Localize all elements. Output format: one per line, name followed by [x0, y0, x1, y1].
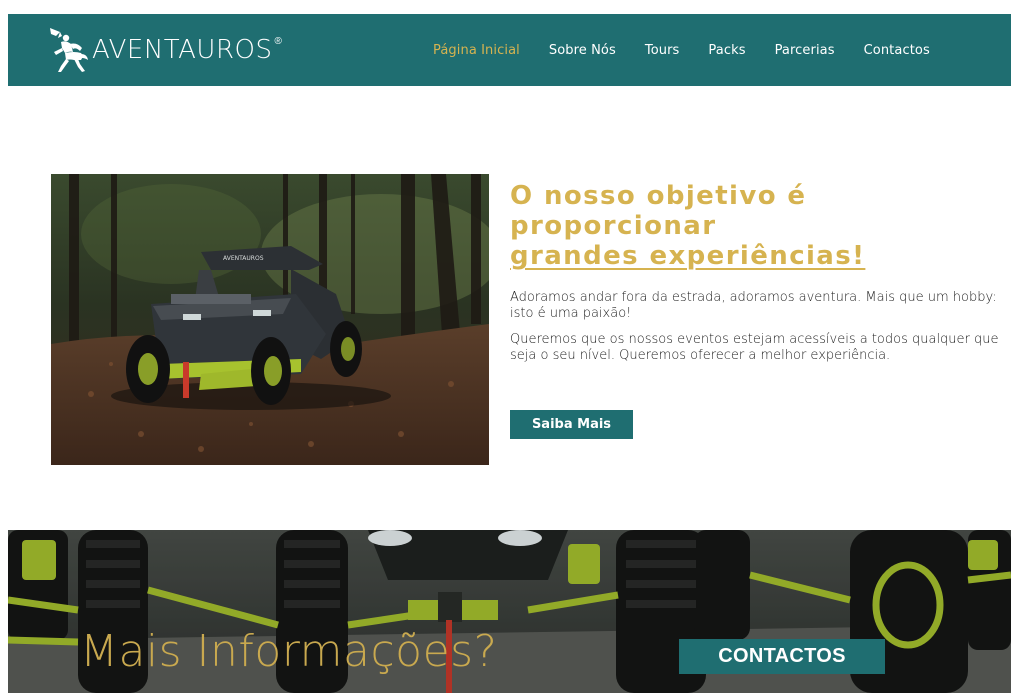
nav-item-contactos[interactable]: Contactos — [864, 43, 930, 58]
contact-banner: Mais Informações? CONTACTOS — [8, 530, 1011, 693]
nav-item-sobre-nos[interactable]: Sobre Nós — [549, 43, 616, 58]
svg-text:AVENTAUROS: AVENTAUROS — [223, 255, 264, 262]
hero-headline-line2: grandes experiências! — [510, 241, 866, 271]
saiba-mais-button[interactable]: Saiba Mais — [510, 410, 633, 439]
registered-mark: ® — [274, 35, 282, 47]
hero-headline: O nosso objetivo é proporcionar grandes … — [510, 181, 1000, 271]
hero-paragraph-1: Adoramos andar fora da estrada, adoramos… — [510, 290, 997, 321]
nav-item-pagina-inicial[interactable]: Página Inicial — [433, 43, 520, 58]
site-header: AVENTAUROS ® Página Inicial Sobre Nós To… — [8, 14, 1011, 86]
nav-item-parcerias[interactable]: Parcerias — [775, 43, 835, 58]
brand-logo[interactable]: AVENTAUROS ® — [44, 24, 282, 76]
centaur-logo-icon — [50, 28, 88, 72]
hero-paragraph-2: Queremos que os nossos eventos estejam a… — [510, 332, 999, 363]
contactos-button[interactable]: CONTACTOS — [679, 639, 885, 674]
nav-item-packs[interactable]: Packs — [708, 43, 745, 58]
hero-headline-line1: O nosso objetivo é proporcionar — [510, 181, 807, 241]
brand-name: AVENTAUROS — [92, 35, 273, 65]
nav-item-tours[interactable]: Tours — [645, 43, 680, 58]
utv-buggy-in-forest-photo: AVENTAUROS — [51, 174, 489, 465]
main-nav: Página Inicial Sobre Nós Tours Packs Par… — [433, 14, 959, 86]
banner-title: Mais Informações? — [80, 626, 498, 677]
